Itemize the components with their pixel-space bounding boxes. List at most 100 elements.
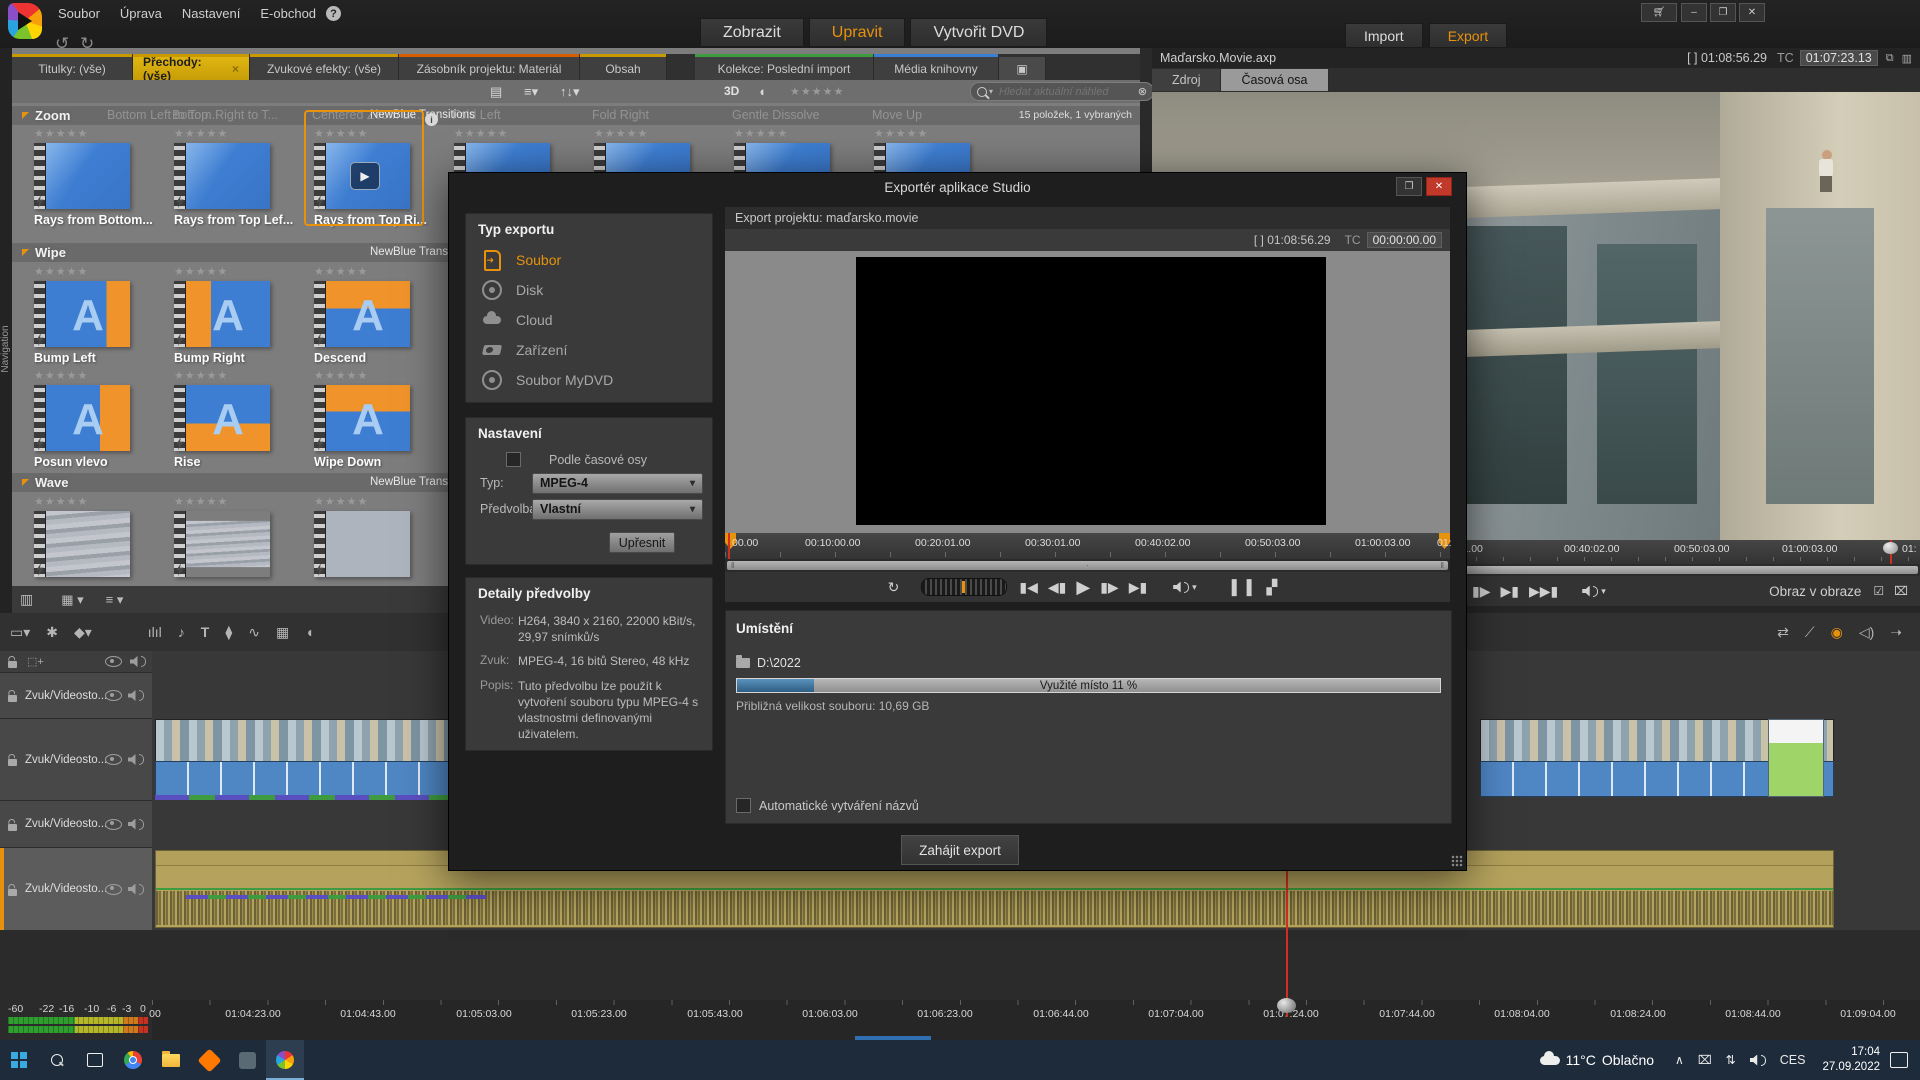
transition-thumbnail[interactable]: A <box>174 281 270 347</box>
tray-expand-icon[interactable]: ∧ <box>1675 1053 1684 1067</box>
pinnacle-studio-taskbar-icon[interactable] <box>266 1040 304 1080</box>
transition-item[interactable]: ★★★★★ A Wipe Down <box>314 369 432 469</box>
track-header-3[interactable]: Zvuk/Videosto... <box>0 801 152 848</box>
send-icon[interactable]: ➝ <box>1890 624 1902 641</box>
weather-cloud-icon[interactable] <box>1540 1056 1560 1065</box>
location-path-row[interactable]: D:\2022 <box>736 656 1451 670</box>
transition-thumbnail[interactable]: ▶ <box>314 143 410 209</box>
gear-icon[interactable]: ✱ <box>46 624 58 641</box>
collapse-triangle-icon[interactable] <box>22 249 29 256</box>
grid-view-icon[interactable]: ▦ ▾ <box>61 592 83 608</box>
export-type-zarizeni[interactable]: Zařízení <box>466 335 712 365</box>
export-type-mydvd[interactable]: Soubor MyDVD <box>466 365 712 395</box>
transition-thumbnail[interactable]: A <box>174 385 270 451</box>
language-indicator[interactable]: CES <box>1780 1053 1806 1067</box>
playhead-handle[interactable] <box>1277 998 1296 1013</box>
mark-in-icon[interactable]: ▐ <box>1227 579 1237 595</box>
multicam-icon[interactable]: ▦ <box>276 624 289 641</box>
collapse-triangle-icon[interactable] <box>22 112 29 119</box>
speaker-icon[interactable] <box>128 819 144 830</box>
network-icon[interactable]: ⇅ <box>1726 1053 1736 1067</box>
window-close-button[interactable]: ✕ <box>1739 3 1765 22</box>
export-type-disk[interactable]: Disk <box>466 275 712 305</box>
audio-monitor-icon[interactable]: ◁) <box>1859 624 1874 641</box>
timecode-value[interactable]: 00:00:00.00 <box>1367 232 1442 248</box>
step-forward-icon[interactable]: ▮▶ <box>1472 583 1490 600</box>
folder-icon[interactable]: ▤ <box>490 84 502 100</box>
loop-icon[interactable]: ↻ <box>888 579 900 596</box>
play-preview-button[interactable]: ▶ <box>350 162 380 190</box>
volume-icon[interactable] <box>1750 1055 1766 1066</box>
view-mode-icon[interactable]: ≡▾ <box>524 84 538 100</box>
volume-icon[interactable]: ▾ <box>1582 586 1606 597</box>
navigation-tab[interactable]: Navigation <box>0 312 12 386</box>
add-track-icon[interactable]: ⬚+ <box>27 655 44 668</box>
item-stars[interactable]: ★★★★★ <box>34 127 152 140</box>
mark-out-icon[interactable]: ▌ <box>1247 579 1257 595</box>
resize-grip[interactable] <box>1451 855 1463 867</box>
taskbar-search-icon[interactable] <box>38 1040 76 1080</box>
item-stars[interactable]: ★★★★★ <box>34 265 152 278</box>
file-explorer-icon[interactable] <box>152 1040 190 1080</box>
track-label[interactable]: Zvuk/Videosto... <box>25 754 105 766</box>
window-restore-button[interactable]: ❐ <box>1710 3 1736 22</box>
transition-item-selected[interactable]: ★★★★★ i ▶ Rays from Top Ri... <box>314 127 432 227</box>
add-tab-icon[interactable]: ▣ <box>999 57 1046 80</box>
item-stars[interactable]: ★★★★★ <box>314 369 432 382</box>
chrome-icon[interactable] <box>114 1040 152 1080</box>
auto-names-row[interactable]: Automatické vytváření názvů <box>736 798 919 813</box>
touch-keyboard-icon[interactable]: ⌧ <box>1698 1053 1712 1067</box>
search-input[interactable] <box>997 85 1138 99</box>
export-button[interactable]: Export <box>1429 23 1507 48</box>
transition-item[interactable]: ★★★★★ <box>314 495 432 577</box>
crop-icon[interactable]: ⌧ <box>1894 584 1908 598</box>
track-label[interactable]: Zvuk/Videosto... <box>25 883 105 895</box>
list-view-icon[interactable]: ≡ ▾ <box>106 592 124 608</box>
step-forward-icon[interactable]: ▮▶ <box>1100 579 1118 596</box>
item-stars[interactable]: ★★★★★ <box>174 495 292 508</box>
navigator-icon[interactable]: ▭▾ <box>10 624 30 641</box>
item-stars[interactable]: ★★★★★ <box>174 369 292 382</box>
type-dropdown[interactable]: MPEG-4 ▾ <box>532 473 703 494</box>
timecode-value[interactable]: 01:07:23.13 <box>1800 50 1878 66</box>
scorefitter-icon[interactable]: ♪ <box>178 624 185 640</box>
tab-titulky[interactable]: Titulky: (vše) <box>12 57 133 80</box>
menu-nastaveni[interactable]: Nastavení <box>172 1 251 27</box>
auto-names-checkbox[interactable] <box>736 798 751 813</box>
location-path[interactable]: D:\2022 <box>757 656 801 670</box>
transition-item[interactable]: ★★★★★ A Bump Right <box>174 265 292 365</box>
tab-casova-osa[interactable]: Časová osa <box>1221 69 1328 91</box>
transition-item[interactable]: ★★★★★ <box>34 495 152 577</box>
track-label[interactable]: Zvuk/Videosto... <box>25 690 105 702</box>
tab-zobrazit[interactable]: Zobrazit <box>700 18 804 47</box>
player-playhead-handle[interactable] <box>1883 542 1898 554</box>
item-stars[interactable]: ★★★★★ <box>174 265 292 278</box>
transition-thumbnail[interactable]: A <box>34 385 130 451</box>
transition-thumbnail[interactable] <box>314 511 410 577</box>
volume-icon[interactable]: ▾ <box>1173 582 1197 593</box>
speaker-all-icon[interactable] <box>130 656 146 667</box>
marker-icon[interactable]: ◆▾ <box>74 624 92 641</box>
pip-control[interactable]: Obraz v obraze ☑ ⌧ <box>1769 584 1910 599</box>
task-view-icon[interactable] <box>76 1040 114 1080</box>
dialog-ruler[interactable]: 00.00 00:10:00.00 00:20:01.00 00:30:01.0… <box>725 533 1450 559</box>
advanced-button[interactable]: Upřesnit <box>609 532 675 553</box>
magnetic-snap-icon[interactable]: ◉ <box>1831 624 1843 641</box>
transition-thumbnail[interactable]: A <box>314 281 410 347</box>
item-stars[interactable]: ★★★★★ <box>314 495 432 508</box>
menu-eobchod[interactable]: E-obchod <box>250 1 326 27</box>
item-stars[interactable]: ★★★★★ <box>34 495 152 508</box>
trim-mode-icon[interactable]: ⇄ <box>1777 624 1789 641</box>
transition-item[interactable]: ★★★★★ Rays from Top Lef... <box>174 127 292 227</box>
transition-thumbnail[interactable] <box>174 143 270 209</box>
3d-filter-label[interactable]: 3D <box>724 84 739 98</box>
transition-item[interactable]: ★★★★★ A Posun vlevo <box>34 369 152 469</box>
transition-item[interactable]: ★★★★★ <box>174 495 292 577</box>
clear-marks-icon[interactable]: ▞ <box>1267 579 1278 596</box>
section-header-zoom[interactable]: Bottom Left to Top... Bottom Right to T.… <box>12 106 1140 125</box>
star-filter[interactable]: ★★★★★ <box>790 85 844 98</box>
item-stars[interactable]: ★★★★★ <box>874 127 992 140</box>
shop-cart-icon[interactable]: 🛒︎ <box>1641 3 1677 22</box>
info-icon[interactable]: i <box>425 113 438 126</box>
transition-thumbnail[interactable]: A <box>314 385 410 451</box>
